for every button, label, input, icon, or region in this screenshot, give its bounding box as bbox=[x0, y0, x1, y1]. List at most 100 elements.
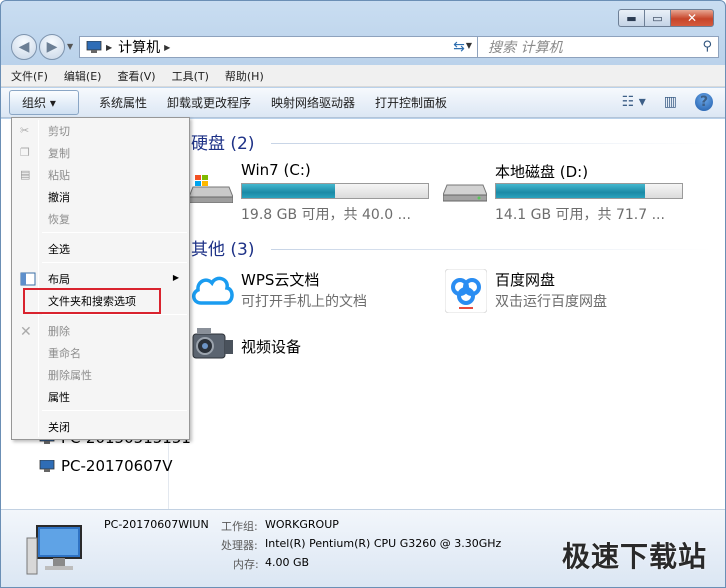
drive-space-info: 14.1 GB 可用，共 71.7 ... bbox=[495, 207, 665, 223]
breadcrumb-computer[interactable]: 计算机 bbox=[118, 37, 160, 57]
uninstall-program-button[interactable]: 卸载或更改程序 bbox=[157, 90, 261, 115]
tree-item-network-pc-2[interactable]: PC-20170607V bbox=[39, 457, 173, 475]
organize-button[interactable]: 组织 ▾ bbox=[9, 90, 79, 115]
app-wps-cloud[interactable]: WPS云文档 可打开手机上的文档 bbox=[189, 269, 439, 317]
app-description: 可打开手机上的文档 bbox=[241, 294, 367, 310]
group-divider bbox=[271, 249, 711, 250]
group-title-hdd[interactable]: 硬盘 (2) bbox=[191, 129, 254, 154]
history-dropdown-icon[interactable]: ▼ bbox=[67, 42, 73, 51]
drive-usage-fill bbox=[242, 184, 335, 198]
app-name: WPS云文档 bbox=[241, 271, 320, 289]
menu-item-rename[interactable]: 重命名 bbox=[14, 342, 187, 364]
drive-d[interactable]: 本地磁盘 (D:) 14.1 GB 可用，共 71.7 ... bbox=[443, 161, 703, 225]
maximize-button[interactable]: ▭ bbox=[644, 9, 670, 27]
view-controls: ☷ ▾ ▥ ? bbox=[604, 93, 713, 111]
app-video-device[interactable]: 视频设备 bbox=[189, 324, 439, 368]
menu-view[interactable]: 查看(V) bbox=[117, 68, 155, 84]
menu-item-label: 粘贴 bbox=[48, 169, 70, 182]
explorer-window: ▬ ▭ ✕ ◀ ▶ ▼ ▶ 计算机 ▶ ▼ ⇆ 搜索 计算机 ⚲ 文件(F) 编… bbox=[0, 0, 726, 588]
refresh-icon[interactable]: ⇆ bbox=[449, 37, 469, 57]
open-control-panel-button[interactable]: 打开控制面板 bbox=[365, 90, 457, 115]
menu-separator bbox=[42, 410, 187, 411]
menu-item-properties[interactable]: 属性 bbox=[14, 386, 187, 408]
minimize-button[interactable]: ▬ bbox=[618, 9, 644, 27]
close-button[interactable]: ✕ bbox=[670, 9, 714, 27]
menu-item-delete[interactable]: ✕ 删除 bbox=[14, 320, 187, 342]
menu-item-copy[interactable]: ❐ 复制 bbox=[14, 142, 187, 164]
map-network-drive-button[interactable]: 映射网络驱动器 bbox=[261, 90, 365, 115]
back-button[interactable]: ◀ bbox=[11, 34, 37, 60]
breadcrumb-separator-icon[interactable]: ▶ bbox=[106, 43, 112, 52]
copy-icon: ❐ bbox=[20, 146, 30, 159]
app-name: 视频设备 bbox=[241, 338, 302, 356]
search-icon[interactable]: ⚲ bbox=[702, 39, 712, 54]
navigation-bar: ◀ ▶ ▼ ▶ 计算机 ▶ ▼ ⇆ 搜索 计算机 ⚲ bbox=[9, 34, 719, 60]
menu-item-label: 删除 bbox=[48, 325, 70, 338]
window-controls: ▬ ▭ ✕ bbox=[618, 9, 714, 27]
menu-separator bbox=[42, 314, 187, 315]
address-bar[interactable]: ▶ 计算机 ▶ ▼ bbox=[79, 36, 479, 58]
view-options-icon[interactable]: ☷ ▾ bbox=[622, 94, 646, 110]
menu-item-label: 全选 bbox=[48, 243, 70, 256]
menu-item-paste[interactable]: ▤ 粘贴 bbox=[14, 164, 187, 186]
submenu-arrow-icon: ▶ bbox=[172, 273, 179, 282]
menu-item-close[interactable]: 关闭 bbox=[14, 416, 187, 438]
menu-item-remove-properties[interactable]: 删除属性 bbox=[14, 364, 187, 386]
workgroup-value: WORKGROUP bbox=[265, 518, 339, 531]
windows-drive-icon bbox=[189, 175, 233, 203]
system-properties-button[interactable]: 系统属性 bbox=[89, 90, 157, 115]
cloud-icon bbox=[192, 276, 234, 305]
menu-item-cut[interactable]: ✂ 剪切 bbox=[14, 120, 187, 142]
menu-bar: 文件(F) 编辑(E) 查看(V) 工具(T) 帮助(H) bbox=[1, 65, 725, 87]
menu-item-select-all[interactable]: 全选 bbox=[14, 238, 187, 260]
paste-icon: ▤ bbox=[20, 168, 31, 181]
scissors-icon: ✂ bbox=[20, 124, 30, 137]
workgroup-label: 工作组: bbox=[221, 520, 258, 533]
layout-icon bbox=[20, 272, 36, 286]
breadcrumb-separator-icon[interactable]: ▶ bbox=[164, 43, 170, 52]
menu-item-label: 关闭 bbox=[48, 421, 70, 434]
computer-name: PC-20170607WIUN bbox=[104, 518, 209, 531]
drive-c[interactable]: Win7 (C:) 19.8 GB 可用，共 40.0 ... bbox=[189, 161, 439, 225]
drive-usage-bar bbox=[495, 183, 683, 199]
computer-icon bbox=[86, 41, 102, 53]
forward-button[interactable]: ▶ bbox=[39, 34, 65, 60]
hard-disk-icon bbox=[443, 184, 487, 202]
menu-tools[interactable]: 工具(T) bbox=[172, 68, 209, 84]
cpu-label: 处理器: bbox=[221, 539, 258, 552]
details-pane: PC-20170607WIUN 工作组: WORKGROUP 处理器: Inte… bbox=[1, 509, 725, 587]
menu-separator bbox=[42, 232, 187, 233]
computer-icon bbox=[26, 525, 82, 575]
menu-item-layout[interactable]: 布局 ▶ bbox=[14, 268, 187, 290]
camera-icon bbox=[192, 328, 233, 359]
menu-item-label: 重命名 bbox=[48, 347, 81, 360]
menu-item-redo[interactable]: 恢复 bbox=[14, 208, 187, 230]
menu-item-label: 删除属性 bbox=[48, 369, 92, 382]
arrow-right-icon: ▶ bbox=[46, 39, 58, 55]
app-name: 百度网盘 bbox=[495, 271, 556, 289]
menu-item-label: 剪切 bbox=[48, 125, 70, 138]
menu-item-undo[interactable]: 撤消 bbox=[14, 186, 187, 208]
help-icon[interactable]: ? bbox=[695, 93, 713, 111]
menu-item-label: 恢复 bbox=[48, 213, 70, 226]
menu-item-label: 撤消 bbox=[48, 191, 70, 204]
menu-edit[interactable]: 编辑(E) bbox=[64, 68, 102, 84]
drive-space-info: 19.8 GB 可用，共 40.0 ... bbox=[241, 207, 411, 223]
group-title-other[interactable]: 其他 (3) bbox=[191, 235, 254, 260]
search-placeholder: 搜索 计算机 bbox=[488, 40, 563, 56]
drive-usage-bar bbox=[241, 183, 429, 199]
organize-context-menu: ✂ 剪切 ❐ 复制 ▤ 粘贴 撤消 恢复 全选 布局 ▶ 文件夹和搜索选项 ✕ … bbox=[11, 117, 190, 440]
drive-name: Win7 (C:) bbox=[241, 161, 311, 179]
menu-help[interactable]: 帮助(H) bbox=[225, 68, 264, 84]
menu-file[interactable]: 文件(F) bbox=[11, 68, 48, 84]
highlight-box bbox=[23, 288, 161, 314]
preview-pane-icon[interactable]: ▥ bbox=[664, 94, 677, 110]
ram-value: 4.00 GB bbox=[265, 556, 310, 569]
search-input[interactable]: 搜索 计算机 ⚲ bbox=[477, 36, 719, 58]
tree-item-label: PC-20170607V bbox=[61, 457, 173, 475]
watermark-text: 极速下载站 bbox=[561, 540, 707, 573]
app-baidu-netdisk[interactable]: 百度网盘 双击运行百度网盘 bbox=[443, 269, 703, 317]
ram-label: 内存: bbox=[233, 558, 259, 571]
cpu-value: Intel(R) Pentium(R) CPU G3260 @ 3.30GHz bbox=[265, 537, 502, 550]
baidu-netdisk-icon bbox=[445, 269, 487, 313]
